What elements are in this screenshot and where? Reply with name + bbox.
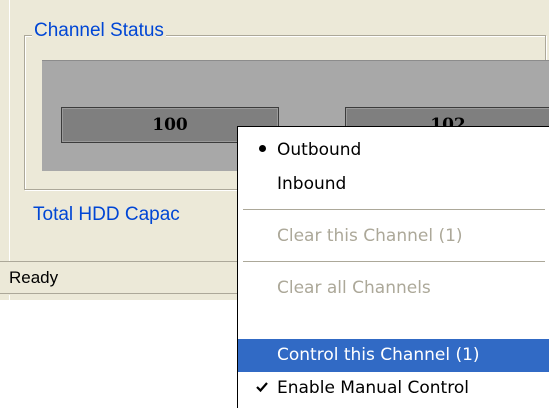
menu-item-clear-this-channel[interactable]: Clear this Channel (1) <box>238 220 549 253</box>
menu-item-label: Clear all Channels <box>277 278 431 298</box>
context-menu: Outbound Inbound Clear this Channel (1) … <box>237 126 549 408</box>
bullet-icon <box>252 134 272 167</box>
menu-item-inbound[interactable]: Inbound <box>238 168 549 201</box>
menu-separator <box>243 209 545 210</box>
menu-item-label: Inbound <box>277 174 347 194</box>
menu-item-control-this-channel[interactable]: Control this Channel (1) <box>238 339 549 372</box>
menu-item-enable-manual-control[interactable]: Enable Manual Control <box>238 372 549 405</box>
menu-item-label: Clear this Channel (1) <box>277 226 463 246</box>
menu-item-label: Control this Channel (1) <box>277 345 480 365</box>
channel-status-title: Channel Status <box>32 19 166 43</box>
window-frame-edge <box>0 0 10 300</box>
menu-item-clear-all-channels[interactable]: Clear all Channels <box>238 272 549 305</box>
menu-item-label: Enable Manual Control <box>277 378 469 398</box>
menu-item-label: Outbound <box>277 140 362 160</box>
status-text: Ready <box>9 268 59 287</box>
menu-item-outbound[interactable]: Outbound <box>238 134 549 167</box>
status-bar-bottom-edge <box>0 293 240 294</box>
menu-separator <box>243 261 545 262</box>
total-hdd-capacity-label: Total HDD Capac <box>33 204 180 225</box>
checkmark-icon <box>252 372 272 405</box>
